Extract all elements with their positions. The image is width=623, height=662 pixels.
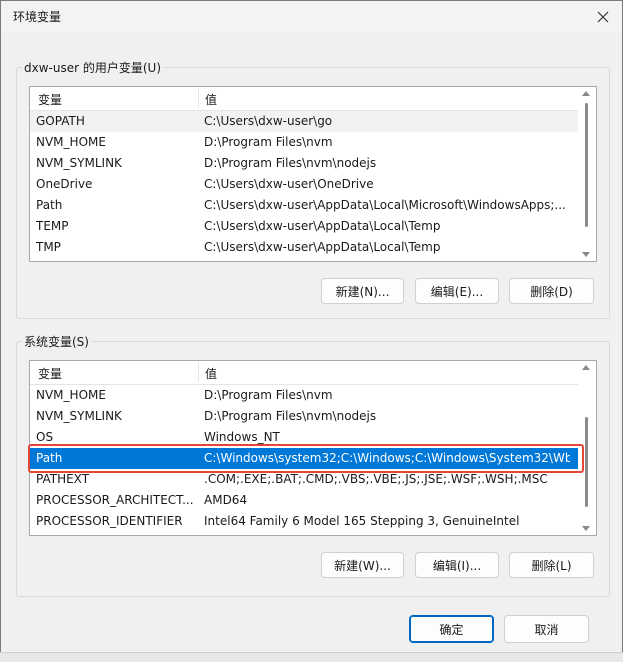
table-row[interactable]: NVM_SYMLINK D:\Program Files\nvm\nodejs	[30, 153, 578, 174]
variable-value: D:\Program Files\nvm	[204, 135, 333, 149]
close-button[interactable]	[590, 5, 616, 29]
table-row[interactable]: NVM_HOME D:\Program Files\nvm	[30, 385, 578, 406]
column-header-value[interactable]: 值	[205, 91, 217, 108]
variable-value: C:\Windows\system32;C:\Windows;C:\Window…	[204, 451, 570, 465]
variable-name: OneDrive	[36, 177, 93, 191]
list-header: 变量 值	[30, 87, 578, 111]
variable-name: PROCESSOR_ARCHITECT...	[36, 493, 194, 507]
column-header-variable[interactable]: 变量	[38, 91, 62, 108]
scroll-up-arrow-icon[interactable]	[582, 365, 590, 370]
variable-value: D:\Program Files\nvm\nodejs	[204, 156, 377, 170]
table-row[interactable]: PROCESSOR_ARCHITECT... AMD64	[30, 490, 578, 511]
table-row-selected[interactable]: Path C:\Windows\system32;C:\Windows;C:\W…	[30, 448, 578, 469]
variable-name: NVM_HOME	[36, 388, 106, 402]
column-header-variable[interactable]: 变量	[38, 365, 62, 382]
variable-name: TMP	[36, 240, 61, 254]
system-new-button[interactable]: 新建(W)...	[321, 552, 404, 578]
scroll-thumb[interactable]	[585, 417, 588, 507]
variable-name: OS	[36, 430, 54, 444]
variable-name: Path	[36, 198, 63, 212]
user-variables-label: dxw-user 的用户变量(U)	[22, 59, 163, 76]
table-row[interactable]: OS Windows_NT	[30, 427, 578, 448]
variable-value: C:\Users\dxw-user\AppData\Local\Microsof…	[204, 198, 566, 212]
variable-name: GOPATH	[36, 114, 85, 128]
user-list-scrollbar[interactable]	[578, 87, 596, 261]
user-edit-button[interactable]: 编辑(E)...	[415, 278, 499, 304]
variable-value: Windows_NT	[204, 430, 280, 444]
table-row[interactable]: PROCESSOR_IDENTIFIER Intel64 Family 6 Mo…	[30, 511, 578, 532]
variable-name: TEMP	[36, 219, 69, 233]
scroll-down-arrow-icon[interactable]	[582, 526, 590, 531]
variable-value: D:\Program Files\nvm	[204, 388, 333, 402]
variable-value: C:\Users\dxw-user\AppData\Local\Temp	[204, 240, 441, 254]
cancel-button[interactable]: 取消	[504, 615, 589, 643]
system-delete-button[interactable]: 删除(L)	[509, 552, 594, 578]
variable-name: NVM_SYMLINK	[36, 409, 122, 423]
column-divider[interactable]	[198, 363, 199, 382]
variable-name: NVM_HOME	[36, 135, 106, 149]
table-row[interactable]: PATHEXT .COM;.EXE;.BAT;.CMD;.VBS;.VBE;.J…	[30, 469, 578, 490]
system-edit-button[interactable]: 编辑(I)...	[415, 552, 499, 578]
table-row[interactable]: GOPATH C:\Users\dxw-user\go	[30, 111, 578, 132]
user-delete-button[interactable]: 删除(D)	[509, 278, 594, 304]
variable-value: D:\Program Files\nvm\nodejs	[204, 409, 377, 423]
variable-value: C:\Users\dxw-user\go	[204, 114, 333, 128]
close-icon	[597, 11, 609, 23]
ok-button[interactable]: 确定	[409, 615, 494, 643]
variable-name: PROCESSOR_IDENTIFIER	[36, 514, 183, 528]
user-new-button[interactable]: 新建(N)...	[321, 278, 404, 304]
system-list-scrollbar[interactable]	[578, 361, 596, 535]
scroll-thumb[interactable]	[585, 103, 588, 227]
title-bar: 环境变量	[1, 1, 622, 33]
variable-value: .COM;.EXE;.BAT;.CMD;.VBS;.VBE;.JS;.JSE;.…	[204, 472, 548, 486]
scroll-down-arrow-icon[interactable]	[582, 252, 590, 257]
variable-value: C:\Users\dxw-user\AppData\Local\Temp	[204, 219, 441, 233]
system-variables-list[interactable]: 变量 值 NVM_HOME D:\Program Files\nvm NVM_S…	[29, 360, 597, 536]
variable-value: Intel64 Family 6 Model 165 Stepping 3, G…	[204, 514, 520, 528]
list-header: 变量 值	[30, 361, 578, 385]
column-header-value[interactable]: 值	[205, 365, 217, 382]
variable-value: AMD64	[204, 493, 248, 507]
scroll-up-arrow-icon[interactable]	[582, 91, 590, 96]
column-divider[interactable]	[198, 89, 199, 108]
table-row[interactable]: OneDrive C:\Users\dxw-user\OneDrive	[30, 174, 578, 195]
table-row[interactable]: TEMP C:\Users\dxw-user\AppData\Local\Tem…	[30, 216, 578, 237]
variable-value: C:\Users\dxw-user\OneDrive	[204, 177, 374, 191]
variable-name: Path	[36, 451, 63, 465]
table-row[interactable]: Path C:\Users\dxw-user\AppData\Local\Mic…	[30, 195, 578, 216]
table-row[interactable]: TMP C:\Users\dxw-user\AppData\Local\Temp	[30, 237, 578, 258]
user-variables-list[interactable]: 变量 值 GOPATH C:\Users\dxw-user\go NVM_HOM…	[29, 86, 597, 262]
variable-name: PATHEXT	[36, 472, 90, 486]
table-row[interactable]: NVM_HOME D:\Program Files\nvm	[30, 132, 578, 153]
environment-variables-dialog: 环境变量 dxw-user 的用户变量(U) 变量 值 GOPATH C:\Us…	[0, 0, 623, 661]
variable-name: NVM_SYMLINK	[36, 156, 122, 170]
table-row[interactable]: NVM_SYMLINK D:\Program Files\nvm\nodejs	[30, 406, 578, 427]
system-variables-label: 系统变量(S)	[22, 333, 91, 350]
window-title: 环境变量	[13, 10, 62, 24]
